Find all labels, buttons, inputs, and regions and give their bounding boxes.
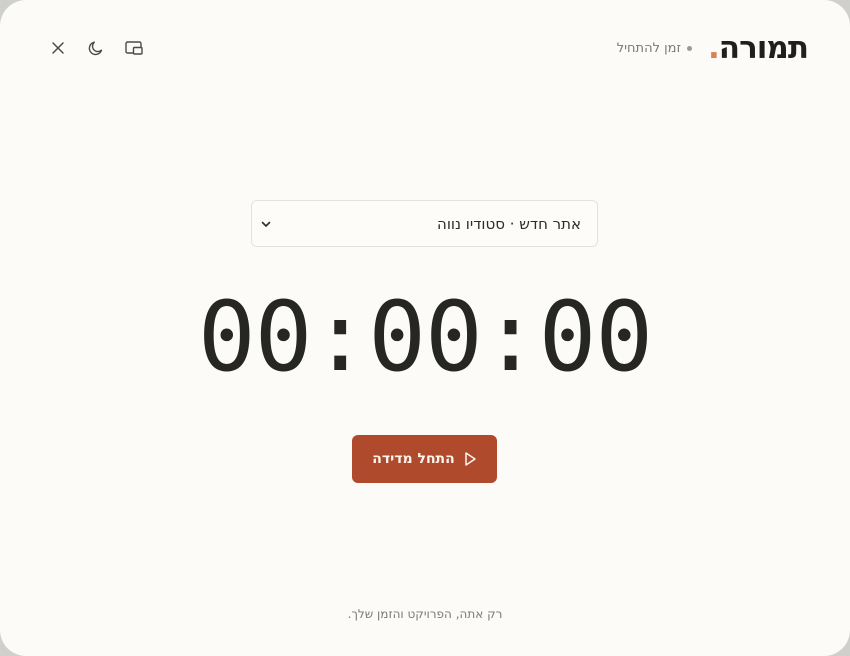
status-text: זמן להתחיל [616,40,681,56]
logo-dot: . [708,30,720,66]
logo: תמורה. [708,30,809,66]
start-timer-button[interactable]: התחל מדידה [352,435,497,483]
status-indicator: זמן להתחיל [617,41,692,56]
window-controls [46,32,146,64]
footer-text: רק אתה, הפרויקט והזמן שלך. [347,607,503,621]
brand: תמורה. זמן להתחיל [617,30,809,66]
picture-in-picture-icon[interactable] [122,32,146,64]
chevron-down-icon [260,218,272,230]
start-timer-label: התחל מדידה [372,451,455,467]
timer-display: 00:00:00 [197,281,653,393]
status-dot-icon [687,45,692,51]
moon-icon[interactable] [84,32,108,64]
play-icon [463,451,477,467]
timer-window: תמורה. זמן להתחיל אתר חדש · סטודיו נווה … [0,0,850,656]
top-bar: תמורה. זמן להתחיל [0,32,850,64]
close-icon[interactable] [46,32,70,64]
project-select-value: אתר חדש · סטודיו נווה [437,214,581,233]
project-select[interactable]: אתר חדש · סטודיו נווה [251,200,598,247]
